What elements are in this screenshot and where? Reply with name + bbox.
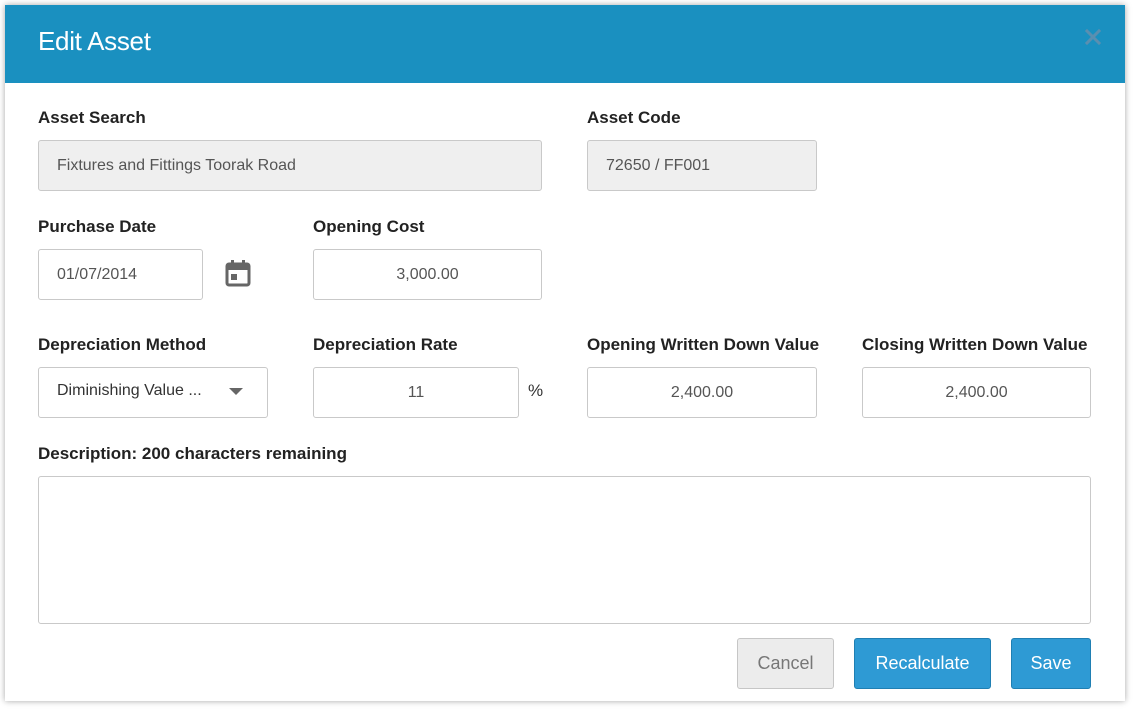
save-button[interactable]: Save [1011,638,1091,689]
depreciation-method-value: Diminishing Value ... [57,382,202,399]
depreciation-method-label: Depreciation Method [38,335,207,354]
cancel-button[interactable]: Cancel [737,638,834,689]
edit-asset-dialog: Edit Asset Asset Search Asset Code Purch… [5,5,1125,701]
opening-wdv-label: Opening Written Down Value [587,335,820,354]
depreciation-method-select[interactable]: Diminishing Value ... [38,367,268,418]
dialog-title: Edit Asset [38,26,151,56]
asset-search-input[interactable] [38,140,542,191]
description-label: Description: 200 characters remaining [38,444,347,463]
description-textarea[interactable] [38,476,1091,624]
purchase-date-label: Purchase Date [38,217,157,236]
calendar-icon[interactable] [222,257,254,289]
closing-wdv-label: Closing Written Down Value [862,335,1088,354]
purchase-date-input[interactable] [38,249,203,300]
recalculate-button[interactable]: Recalculate [854,638,991,689]
opening-cost-label: Opening Cost [313,217,425,236]
asset-code-input[interactable] [587,140,817,191]
chevron-down-icon [229,388,243,395]
dialog-header: Edit Asset [5,5,1125,83]
depreciation-rate-label: Depreciation Rate [313,335,458,354]
percent-unit: % [528,381,544,400]
close-icon[interactable] [1081,25,1105,49]
closing-wdv-input[interactable] [862,367,1091,418]
asset-code-label: Asset Code [587,108,681,127]
depreciation-rate-input[interactable] [313,367,519,418]
opening-wdv-input[interactable] [587,367,817,418]
asset-search-label: Asset Search [38,108,146,127]
opening-cost-input[interactable] [313,249,542,300]
